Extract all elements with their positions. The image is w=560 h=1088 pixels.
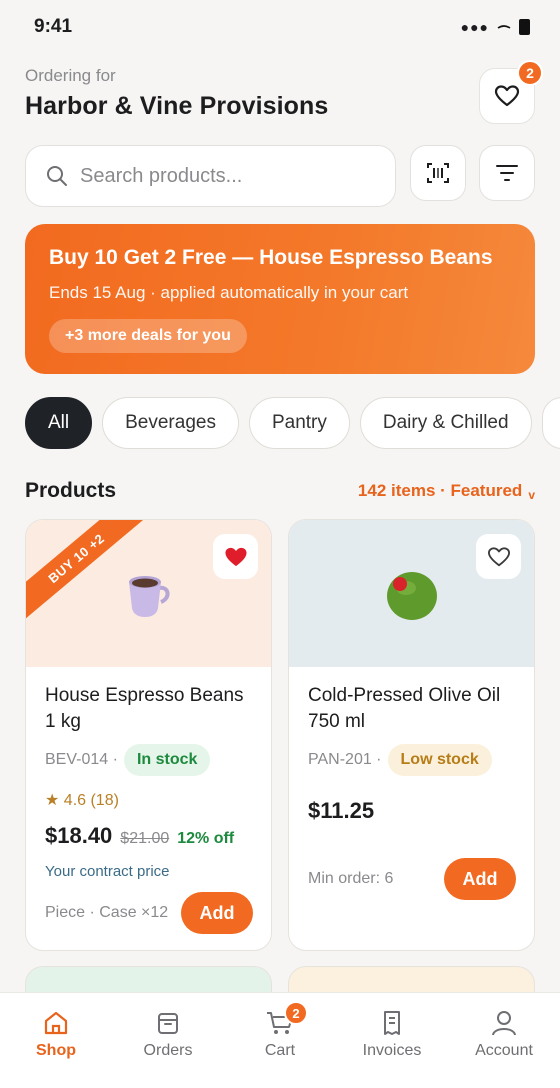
sort-label: 142 items · Featured — [357, 481, 523, 500]
favorite-toggle[interactable] — [476, 534, 521, 579]
tab-label: Shop — [36, 1042, 76, 1059]
card-footer: Min order: 6 Add — [308, 858, 516, 900]
product-image — [289, 520, 534, 667]
chip-all[interactable]: All — [25, 397, 93, 449]
chip-more[interactable] — [541, 397, 560, 449]
min-order-label: Min order: 6 — [308, 870, 394, 887]
favorites-count-badge: 2 — [517, 60, 543, 86]
status-bar: 9:41 ●●● — [0, 0, 560, 54]
product-rating: ★ 4.6 (18) — [45, 792, 119, 809]
product-card[interactable]: Cold-Pressed Olive Oil 750 ml PAN-201 · … — [288, 519, 535, 951]
filter-button[interactable] — [479, 145, 535, 201]
chip-dairy-chilled[interactable]: Dairy & Chilled — [359, 397, 532, 449]
signal-icon: ●●● — [460, 19, 489, 35]
product-name: House Espresso Beans — [45, 685, 244, 706]
contract-price-note: Your contract price — [45, 863, 170, 880]
add-to-cart-button[interactable]: Add — [444, 858, 516, 900]
product-size: 750 ml — [308, 711, 366, 732]
barcode-scan-icon — [427, 163, 449, 183]
receipt-icon — [384, 1011, 400, 1035]
chevron-down-icon: v — [528, 488, 535, 502]
product-details: House Espresso Beans 1 kg BEV-014 · In s… — [26, 667, 271, 950]
product-card[interactable]: BUY 10 +2 House Espresso Beans 1 kg BEV-… — [25, 519, 272, 951]
product-image: BUY 10 +2 — [26, 520, 271, 667]
product-details: Cold-Pressed Olive Oil 750 ml PAN-201 · … — [289, 667, 534, 950]
product-size: 1 kg — [45, 711, 81, 732]
product-sku: BEV-014 · — [45, 751, 118, 768]
ordering-for-label: Ordering for — [25, 66, 116, 85]
tab-label: Cart — [264, 1042, 296, 1059]
promo-subtitle: Ends 15 Aug · applied automatically in y… — [49, 283, 409, 302]
add-to-cart-button[interactable]: Add — [181, 892, 253, 934]
search-input[interactable] — [80, 164, 360, 188]
heart-filled-icon — [224, 547, 247, 566]
price-row: $11.25 — [308, 798, 516, 824]
home-icon — [44, 1011, 68, 1035]
discount-label: 12% off — [177, 830, 235, 847]
stock-badge: Low stock — [387, 744, 492, 776]
tab-invoices[interactable]: Invoices — [336, 993, 448, 1088]
tab-label: Account — [475, 1042, 533, 1059]
original-price: $21.00 — [120, 830, 170, 847]
products-section-header: Products 142 items · Featured v — [25, 476, 535, 506]
heart-icon — [494, 85, 520, 107]
chip-beverages[interactable]: Beverages — [102, 397, 239, 449]
search-row — [25, 145, 535, 207]
battery-icon — [519, 19, 530, 35]
stock-badge: In stock — [123, 744, 211, 776]
favorite-toggle[interactable] — [213, 534, 258, 579]
product-meta: PAN-201 · Low stock — [308, 744, 516, 776]
products-title: Products — [25, 479, 117, 502]
account-name: Harbor & Vine Provisions — [25, 92, 329, 120]
card-footer: Piece · Case ×12 Add — [45, 892, 253, 934]
coffee-cup-icon — [128, 575, 169, 617]
status-time: 9:41 — [34, 16, 73, 37]
price-row: $18.40 $21.00 12% off — [45, 823, 253, 849]
category-chips: All Beverages Pantry Dairy & Chilled — [25, 397, 560, 451]
favorites-button[interactable]: 2 — [479, 60, 543, 124]
cart-count-badge: 2 — [284, 1001, 308, 1025]
product-name: Cold-Pressed Olive Oil — [308, 685, 501, 706]
sort-button[interactable]: 142 items · Featured v — [357, 481, 535, 502]
heart-outline-icon — [487, 546, 510, 566]
tab-cart[interactable]: 2 Cart — [224, 993, 336, 1088]
product-sku: PAN-201 · — [308, 751, 382, 768]
person-icon — [492, 1011, 516, 1036]
more-deals-button[interactable]: +3 more deals for you — [49, 319, 247, 353]
product-meta: BEV-014 · In stock — [45, 744, 253, 776]
tab-bar: Shop Orders 2 Cart Invoices Account — [0, 992, 560, 1088]
search-box[interactable] — [25, 145, 396, 207]
barcode-scan-button[interactable] — [410, 145, 466, 201]
tab-shop[interactable]: Shop — [0, 993, 112, 1088]
unit-label: Piece · Case ×12 — [45, 904, 169, 921]
tab-account[interactable]: Account — [448, 993, 560, 1088]
wifi-icon — [497, 25, 511, 29]
product-price: $18.40 — [45, 823, 113, 848]
olive-icon — [386, 571, 437, 620]
promo-banner[interactable]: Buy 10 Get 2 Free — House Espresso Beans… — [25, 224, 535, 374]
status-icons: ●●● — [461, 19, 530, 35]
tab-label: Invoices — [362, 1042, 422, 1059]
filter-icon — [496, 165, 518, 181]
promo-title: Buy 10 Get 2 Free — House Espresso Beans — [49, 246, 493, 269]
tab-orders[interactable]: Orders — [112, 993, 224, 1088]
chip-pantry[interactable]: Pantry — [248, 397, 350, 449]
header: Ordering for Harbor & Vine Provisions 2 — [25, 60, 543, 130]
search-icon — [47, 166, 67, 186]
product-price: $11.25 — [308, 798, 375, 823]
box-icon — [158, 1013, 178, 1034]
tab-label: Orders — [143, 1042, 193, 1059]
